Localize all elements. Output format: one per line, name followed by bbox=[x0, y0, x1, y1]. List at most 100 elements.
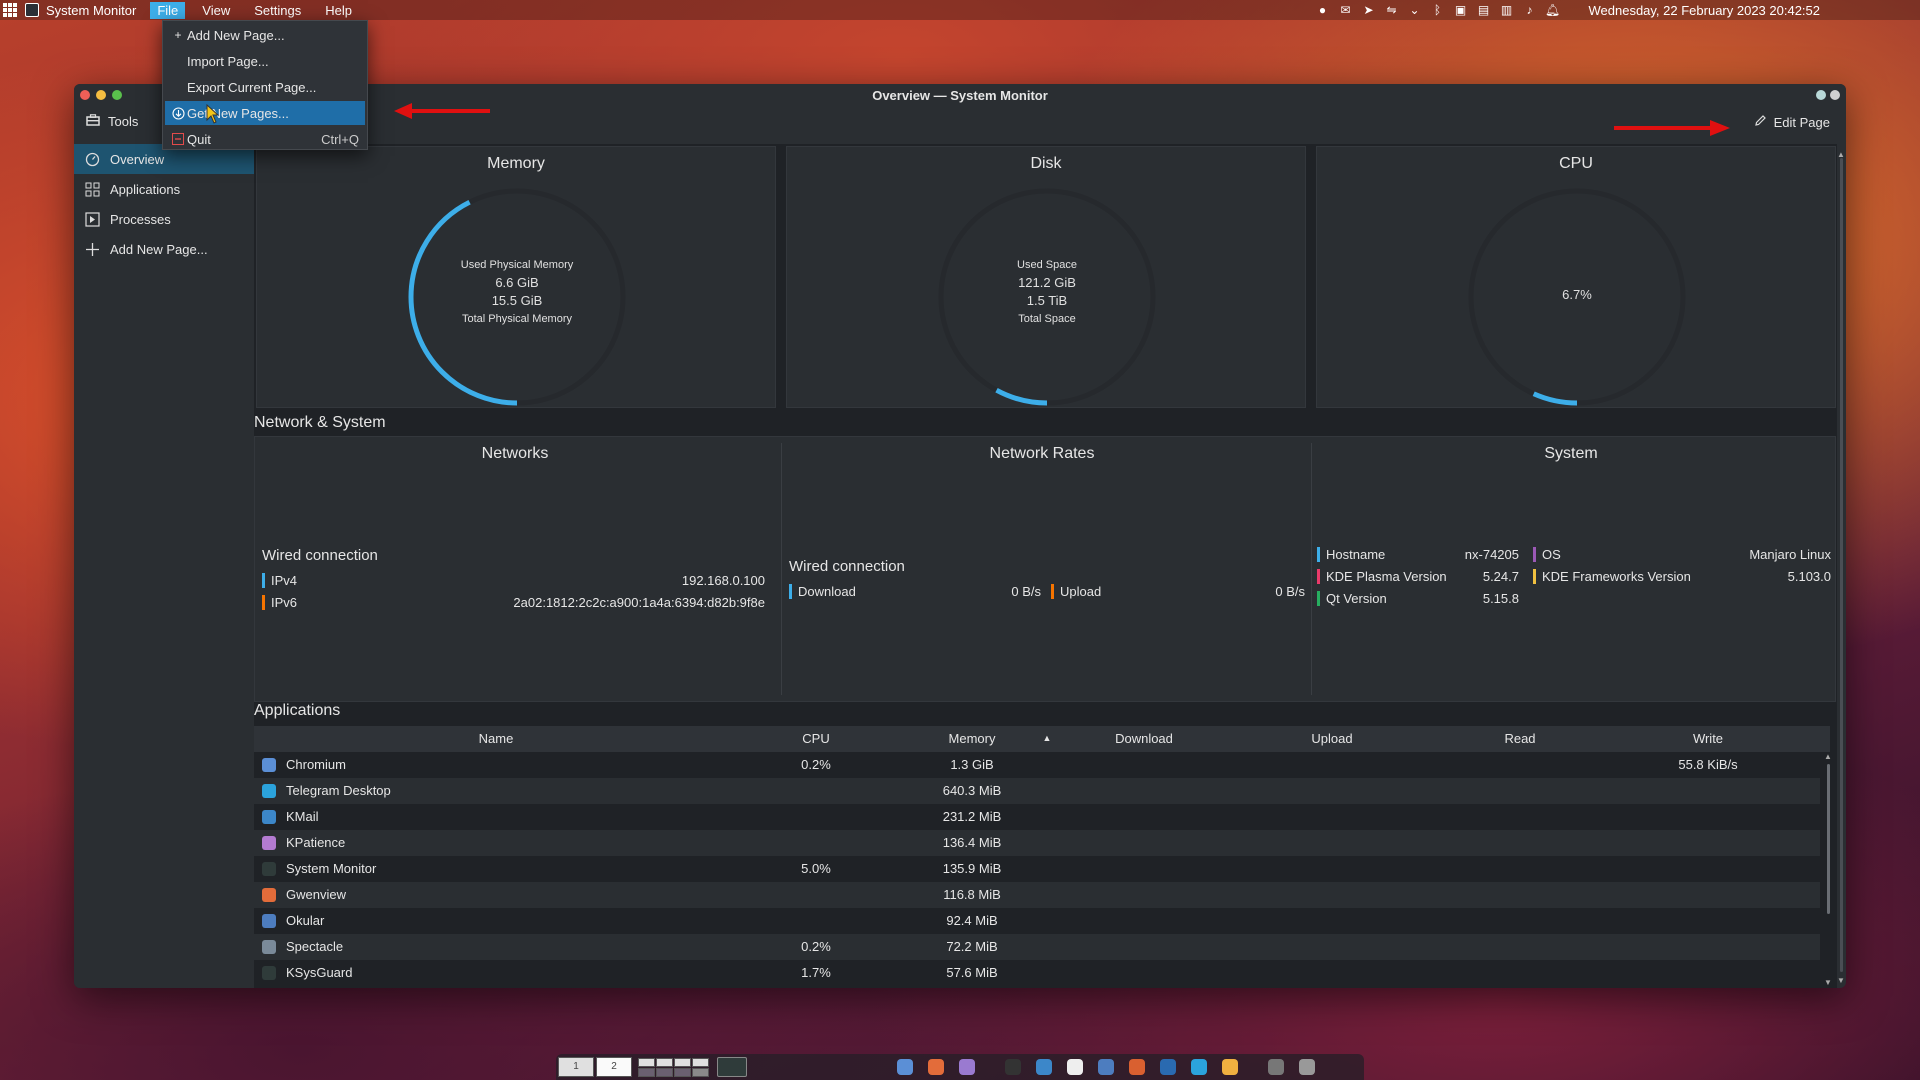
column-write[interactable]: Write bbox=[1614, 731, 1802, 746]
cell-name: Chromium bbox=[286, 757, 346, 772]
memory-card: Memory Used Physical Memory 6.6 GiB 15.5… bbox=[256, 146, 776, 408]
firefox-dock-icon[interactable] bbox=[928, 1059, 944, 1075]
text-editor-dock-icon[interactable] bbox=[1067, 1059, 1083, 1075]
table-row[interactable]: Spectacle 0.2% 72.2 MiB bbox=[254, 934, 1820, 960]
record-icon[interactable]: ● bbox=[1315, 3, 1329, 17]
file-manager-dock-icon[interactable] bbox=[1098, 1059, 1114, 1075]
sidebar-item-applications[interactable]: Applications bbox=[74, 174, 254, 204]
menu-settings[interactable]: Settings bbox=[247, 2, 308, 19]
close-window-button[interactable] bbox=[80, 90, 90, 100]
plus-icon: + bbox=[174, 28, 182, 42]
virtual-desktop-10[interactable] bbox=[692, 1067, 709, 1077]
display-icon[interactable]: ▤ bbox=[1476, 3, 1490, 17]
menu-item-export-page[interactable]: Export Current Page... bbox=[165, 75, 365, 99]
virtual-desktop-2[interactable]: 2 bbox=[596, 1057, 632, 1077]
scrollbar-track[interactable] bbox=[1827, 764, 1830, 914]
ipv4-label: IPv4 bbox=[262, 573, 297, 588]
notification-bell-icon[interactable]: 🔔︎ bbox=[1545, 3, 1560, 17]
column-name[interactable]: Name bbox=[254, 731, 738, 746]
download-label-text: Download bbox=[798, 584, 856, 599]
cell-name: KPatience bbox=[286, 835, 346, 850]
plasma-color-bar bbox=[1317, 569, 1320, 584]
chevron-down-icon[interactable]: ⌄ bbox=[1407, 3, 1421, 17]
volume-icon[interactable]: ♪ bbox=[1522, 3, 1536, 17]
menu-help[interactable]: Help bbox=[318, 2, 359, 19]
virtual-desktop-5[interactable] bbox=[674, 1057, 691, 1067]
menu-file[interactable]: File bbox=[150, 1, 186, 19]
column-cpu[interactable]: CPU bbox=[738, 731, 894, 746]
telegram-icon[interactable]: ➤ bbox=[1361, 3, 1375, 17]
discover-dock-icon[interactable] bbox=[1036, 1059, 1052, 1075]
virtual-desktop-7[interactable] bbox=[638, 1067, 655, 1077]
bottom-dock: 1 2 bbox=[556, 1054, 1364, 1080]
clipboard-icon[interactable]: ▥ bbox=[1499, 3, 1513, 17]
table-row[interactable]: Telegram Desktop 640.3 MiB bbox=[254, 778, 1820, 804]
system-monitor-app-icon bbox=[25, 3, 39, 17]
mail-icon[interactable]: ✉ bbox=[1338, 3, 1352, 17]
system-monitor-task-icon[interactable] bbox=[717, 1057, 747, 1077]
virtual-desktop-1[interactable]: 1 bbox=[558, 1057, 594, 1077]
chromium-dock-icon[interactable] bbox=[897, 1059, 913, 1075]
table-row[interactable]: System Monitor 5.0% 135.9 MiB bbox=[254, 856, 1820, 882]
window-menu-button[interactable] bbox=[1830, 90, 1840, 100]
table-row[interactable]: KPatience 136.4 MiB bbox=[254, 830, 1820, 856]
menu-item-import-page[interactable]: Import Page... bbox=[165, 49, 365, 73]
frameworks-version-label: KDE Frameworks Version bbox=[1533, 569, 1691, 584]
table-scrollbar[interactable]: ▲ ▼ bbox=[1824, 752, 1833, 988]
tools-button[interactable]: Tools bbox=[86, 114, 138, 129]
bluetooth-icon[interactable]: ᛒ bbox=[1430, 3, 1444, 17]
tor-browser-dock-icon[interactable] bbox=[959, 1059, 975, 1075]
kde-connect-icon[interactable]: ▣ bbox=[1453, 3, 1467, 17]
scroll-up-icon[interactable]: ▲ bbox=[1824, 752, 1832, 761]
page-scrollbar-handle[interactable] bbox=[1840, 158, 1843, 972]
trash-icon[interactable] bbox=[1299, 1059, 1315, 1075]
table-row[interactable]: KMail 231.2 MiB bbox=[254, 804, 1820, 830]
virtual-desktop-8[interactable] bbox=[656, 1067, 673, 1077]
sidebar-item-add-new-page[interactable]: Add New Page... bbox=[74, 234, 254, 264]
kde-connect-dock-icon[interactable] bbox=[1160, 1059, 1176, 1075]
menu-item-quit[interactable]: Quit Ctrl+Q bbox=[165, 127, 365, 151]
virtual-desktop-4[interactable] bbox=[656, 1057, 673, 1067]
app-launcher-icon[interactable] bbox=[3, 3, 19, 17]
annotation-arrow-left-icon bbox=[394, 103, 490, 119]
table-row[interactable]: KSysGuard 1.7% 57.6 MiB bbox=[254, 960, 1820, 986]
virtual-desktop-3[interactable] bbox=[638, 1057, 655, 1067]
virtual-desktop-6[interactable] bbox=[692, 1057, 709, 1067]
page-scrollbar[interactable]: ▲ ▼ bbox=[1837, 150, 1846, 986]
clock[interactable]: Wednesday, 22 February 2023 20:42:52 bbox=[1588, 3, 1820, 18]
network-icon[interactable]: ⇋ bbox=[1384, 3, 1398, 17]
virtual-desktop-grid[interactable] bbox=[636, 1057, 709, 1077]
settings-dock-icon[interactable] bbox=[1268, 1059, 1284, 1075]
notes-dock-icon[interactable] bbox=[1222, 1059, 1238, 1075]
used-space-label: Used Space bbox=[1017, 259, 1077, 271]
used-memory-label: Used Physical Memory bbox=[460, 259, 574, 271]
keep-above-button[interactable] bbox=[1816, 90, 1826, 100]
menu-item-add-new-page[interactable]: + Add New Page... bbox=[165, 23, 365, 47]
sidebar-item-processes[interactable]: Processes bbox=[74, 204, 254, 234]
telegram-dock-icon[interactable] bbox=[1191, 1059, 1207, 1075]
menu-view[interactable]: View bbox=[195, 2, 237, 19]
cpu-card: CPU 6.7% bbox=[1316, 146, 1836, 408]
edit-page-button[interactable]: Edit Page bbox=[1754, 114, 1830, 130]
column-memory[interactable]: Memory bbox=[894, 731, 1050, 746]
scroll-down-icon[interactable]: ▼ bbox=[1824, 978, 1832, 987]
maximize-window-button[interactable] bbox=[112, 90, 122, 100]
terminal-dock-icon[interactable] bbox=[1005, 1059, 1021, 1075]
networks-connection-title: Wired connection bbox=[262, 547, 378, 564]
table-row[interactable]: Chromium 0.2% 1.3 GiB 55.8 KiB/s bbox=[254, 752, 1820, 778]
table-row[interactable]: Okular 92.4 MiB bbox=[254, 908, 1820, 934]
column-read[interactable]: Read bbox=[1426, 731, 1614, 746]
page-scroll-down-icon[interactable]: ▼ bbox=[1837, 976, 1845, 985]
image-viewer-dock-icon[interactable] bbox=[1129, 1059, 1145, 1075]
column-download[interactable]: Download bbox=[1050, 731, 1238, 746]
app-icon bbox=[262, 810, 276, 824]
virtual-desktop-9[interactable] bbox=[674, 1067, 691, 1077]
sidebar-item-label: Add New Page... bbox=[110, 241, 208, 257]
menu-item-label: Quit bbox=[187, 131, 211, 147]
minimize-window-button[interactable] bbox=[96, 90, 106, 100]
menu-item-get-new-pages[interactable]: Get New Pages... bbox=[165, 101, 365, 125]
sidebar-item-label: Processes bbox=[110, 211, 171, 227]
column-upload[interactable]: Upload bbox=[1238, 731, 1426, 746]
table-row[interactable]: Gwenview 116.8 MiB bbox=[254, 882, 1820, 908]
os-label: OS bbox=[1533, 547, 1561, 562]
